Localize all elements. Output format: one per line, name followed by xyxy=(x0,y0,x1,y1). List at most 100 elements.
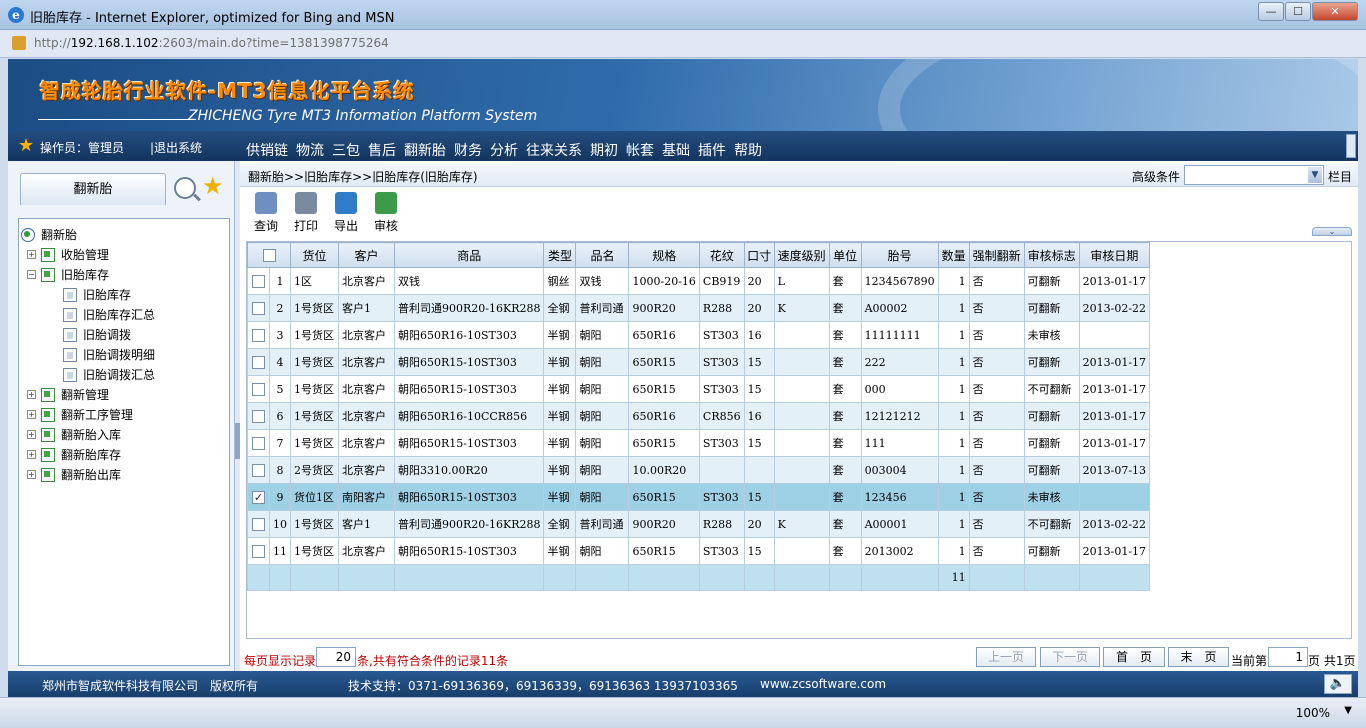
first-page-button[interactable]: 首 页 xyxy=(1103,647,1165,667)
column-header[interactable]: 规格 xyxy=(628,242,700,268)
row-checkbox-cell[interactable] xyxy=(247,537,270,565)
menu-item[interactable]: 基础 xyxy=(662,140,690,160)
table-row[interactable]: 6 1号货区 北京客户 朝阳650R16-10CCR856 半钢 朝阳 650R16 CR85… xyxy=(247,402,1151,430)
menu-item[interactable]: 三包 xyxy=(332,140,360,160)
column-header[interactable]: 货位 xyxy=(290,242,339,268)
expand-icon[interactable]: + xyxy=(27,410,36,419)
column-header[interactable]: 强制翻新 xyxy=(968,242,1025,268)
collapse-icon[interactable]: − xyxy=(27,270,36,279)
tree-item[interactable]: + 收胎管理 xyxy=(19,245,229,265)
row-checkbox-cell[interactable] xyxy=(247,402,270,430)
expand-icon[interactable]: + xyxy=(27,250,36,259)
row-checkbox-cell[interactable] xyxy=(247,510,270,538)
table-row[interactable]: 11 1号货区 北京客户 朝阳650R15-10ST303 半钢 朝阳 650R15 ST30… xyxy=(247,537,1151,565)
tree-item[interactable]: 旧胎库存 xyxy=(19,285,229,305)
collapse-toggle[interactable]: ⌄ xyxy=(1312,227,1352,236)
row-checkbox[interactable] xyxy=(252,544,265,558)
close-button[interactable]: ✕ xyxy=(1312,2,1358,21)
tree-item[interactable]: + 翻新管理 xyxy=(19,385,229,405)
expand-icon[interactable]: + xyxy=(27,430,36,439)
menu-item[interactable]: 插件 xyxy=(698,140,726,160)
menu-item[interactable]: 帐套 xyxy=(626,140,654,160)
row-checkbox[interactable] xyxy=(252,436,265,450)
table-row[interactable]: 5 1号货区 北京客户 朝阳650R15-10ST303 半钢 朝阳 650R15 ST303… xyxy=(247,375,1151,403)
tree-item[interactable]: + 翻新胎库存 xyxy=(19,445,229,465)
row-checkbox[interactable] xyxy=(252,355,265,369)
row-checkbox-cell[interactable] xyxy=(247,267,270,295)
select-all-header[interactable] xyxy=(247,242,291,268)
column-header[interactable]: 单位 xyxy=(828,242,862,268)
row-checkbox-cell[interactable] xyxy=(247,429,270,457)
per-page-input[interactable]: 20 xyxy=(316,647,356,667)
minimize-button[interactable]: — xyxy=(1258,2,1284,21)
menu-item[interactable]: 供销链 xyxy=(246,140,288,160)
column-header[interactable]: 审核日期 xyxy=(1078,242,1151,268)
row-checkbox-cell[interactable] xyxy=(247,294,270,322)
menu-item[interactable]: 分析 xyxy=(490,140,518,160)
table-row[interactable]: 8 2号货区 北京客户 朝阳3310.00R20 半钢 朝阳 10.00R20 套 003004… xyxy=(247,456,1151,484)
tree-item[interactable]: 旧胎调拨明细 xyxy=(19,345,229,365)
table-row[interactable]: 2 1号货区 客户1 普利司通900R20-16KR288 全钢 普利司通 900R20 R2… xyxy=(247,294,1151,322)
menu-item[interactable]: 帮助 xyxy=(734,140,762,160)
search-icon[interactable] xyxy=(174,177,196,199)
row-checkbox-cell[interactable]: ✓ xyxy=(247,483,270,511)
toolbar-button[interactable]: 审核 xyxy=(368,192,404,234)
expand-icon[interactable]: + xyxy=(27,470,36,479)
expand-icon[interactable]: + xyxy=(27,450,36,459)
column-header[interactable]: 口寸 xyxy=(743,242,775,268)
address-bar[interactable]: http://192.168.1.102:2603/main.do?time=1… xyxy=(0,30,1366,58)
row-checkbox[interactable] xyxy=(252,409,265,423)
tree-item[interactable]: + 翻新胎入库 xyxy=(19,425,229,445)
favorite-star-icon[interactable]: ★ xyxy=(202,173,224,199)
zoom-dropdown-icon[interactable]: ▼ xyxy=(1344,705,1352,716)
select-all-checkbox[interactable] xyxy=(262,249,276,262)
row-checkbox[interactable] xyxy=(252,517,265,531)
row-checkbox-cell[interactable] xyxy=(247,348,270,376)
toolbar-button[interactable]: 导出 xyxy=(328,192,364,234)
tree-item[interactable]: 旧胎库存汇总 xyxy=(19,305,229,325)
logout-link[interactable]: |退出系统 xyxy=(150,139,202,156)
maximize-button[interactable]: ☐ xyxy=(1285,2,1311,21)
column-header[interactable]: 花纹 xyxy=(698,242,745,268)
toolbar-button[interactable]: 打印 xyxy=(288,192,324,234)
column-header[interactable]: 审核标志 xyxy=(1023,242,1080,268)
speaker-icon[interactable]: 🔈 xyxy=(1324,674,1352,694)
menu-item[interactable]: 期初 xyxy=(590,140,618,160)
column-header[interactable]: 品名 xyxy=(575,242,630,268)
row-checkbox[interactable] xyxy=(252,301,265,315)
menu-scroll-button[interactable] xyxy=(1346,134,1356,158)
columns-link[interactable]: 栏目 xyxy=(1328,168,1352,185)
table-row[interactable]: 10 1号货区 客户1 普利司通900R20-16KR288 全钢 普利司通 900R20 R… xyxy=(247,510,1151,538)
table-row[interactable]: 1 1区 北京客户 双钱 钢丝 双钱 1000-20-16 CB919 20 L 套 12345678… xyxy=(247,267,1151,295)
menu-item[interactable]: 物流 xyxy=(296,140,324,160)
advanced-filter-select[interactable]: ▼ xyxy=(1184,165,1324,185)
tree-item[interactable]: 旧胎调拨汇总 xyxy=(19,365,229,385)
table-row[interactable]: 7 1号货区 北京客户 朝阳650R15-10ST303 半钢 朝阳 650R15 ST303… xyxy=(247,429,1151,457)
current-page-input[interactable]: 1 xyxy=(1268,647,1308,667)
menu-item[interactable]: 售后 xyxy=(368,140,396,160)
chevron-down-icon[interactable]: ▼ xyxy=(1308,167,1322,183)
row-checkbox[interactable] xyxy=(252,328,265,342)
tree-item[interactable]: − 旧胎库存 xyxy=(19,265,229,285)
zoom-level[interactable]: 100% xyxy=(1296,706,1330,720)
url-text[interactable]: http://192.168.1.102:2603/main.do?time=1… xyxy=(34,36,389,50)
tree-item[interactable]: 翻新胎 xyxy=(19,225,229,245)
tree-item[interactable]: + 翻新胎出库 xyxy=(19,465,229,485)
column-header[interactable]: 商品 xyxy=(393,242,545,268)
row-checkbox-cell[interactable] xyxy=(247,456,270,484)
last-page-button[interactable]: 末 页 xyxy=(1168,647,1229,667)
row-checkbox[interactable] xyxy=(252,463,265,477)
toolbar-button[interactable]: 查询 xyxy=(248,192,284,234)
menu-item[interactable]: 翻新胎 xyxy=(404,140,446,160)
row-checkbox[interactable] xyxy=(252,274,265,288)
table-row[interactable]: 3 1号货区 北京客户 朝阳650R16-10ST303 半钢 朝阳 650R16 ST303… xyxy=(247,321,1151,349)
column-header[interactable]: 数量 xyxy=(937,242,970,268)
row-checkbox-cell[interactable] xyxy=(247,375,270,403)
column-header[interactable]: 速度级别 xyxy=(773,242,830,268)
column-header[interactable]: 类型 xyxy=(543,242,577,268)
prev-page-button[interactable]: 上一页 xyxy=(976,647,1036,667)
table-row[interactable]: ✓ 9 货位1区 南阳客户 朝阳650R15-10ST303 半钢 朝阳 650R15 ST30… xyxy=(247,483,1151,511)
table-row[interactable]: 4 1号货区 北京客户 朝阳650R15-10ST303 半钢 朝阳 650R15 ST303… xyxy=(247,348,1151,376)
tree-item[interactable]: 旧胎调拨 xyxy=(19,325,229,345)
expand-icon[interactable]: + xyxy=(27,390,36,399)
